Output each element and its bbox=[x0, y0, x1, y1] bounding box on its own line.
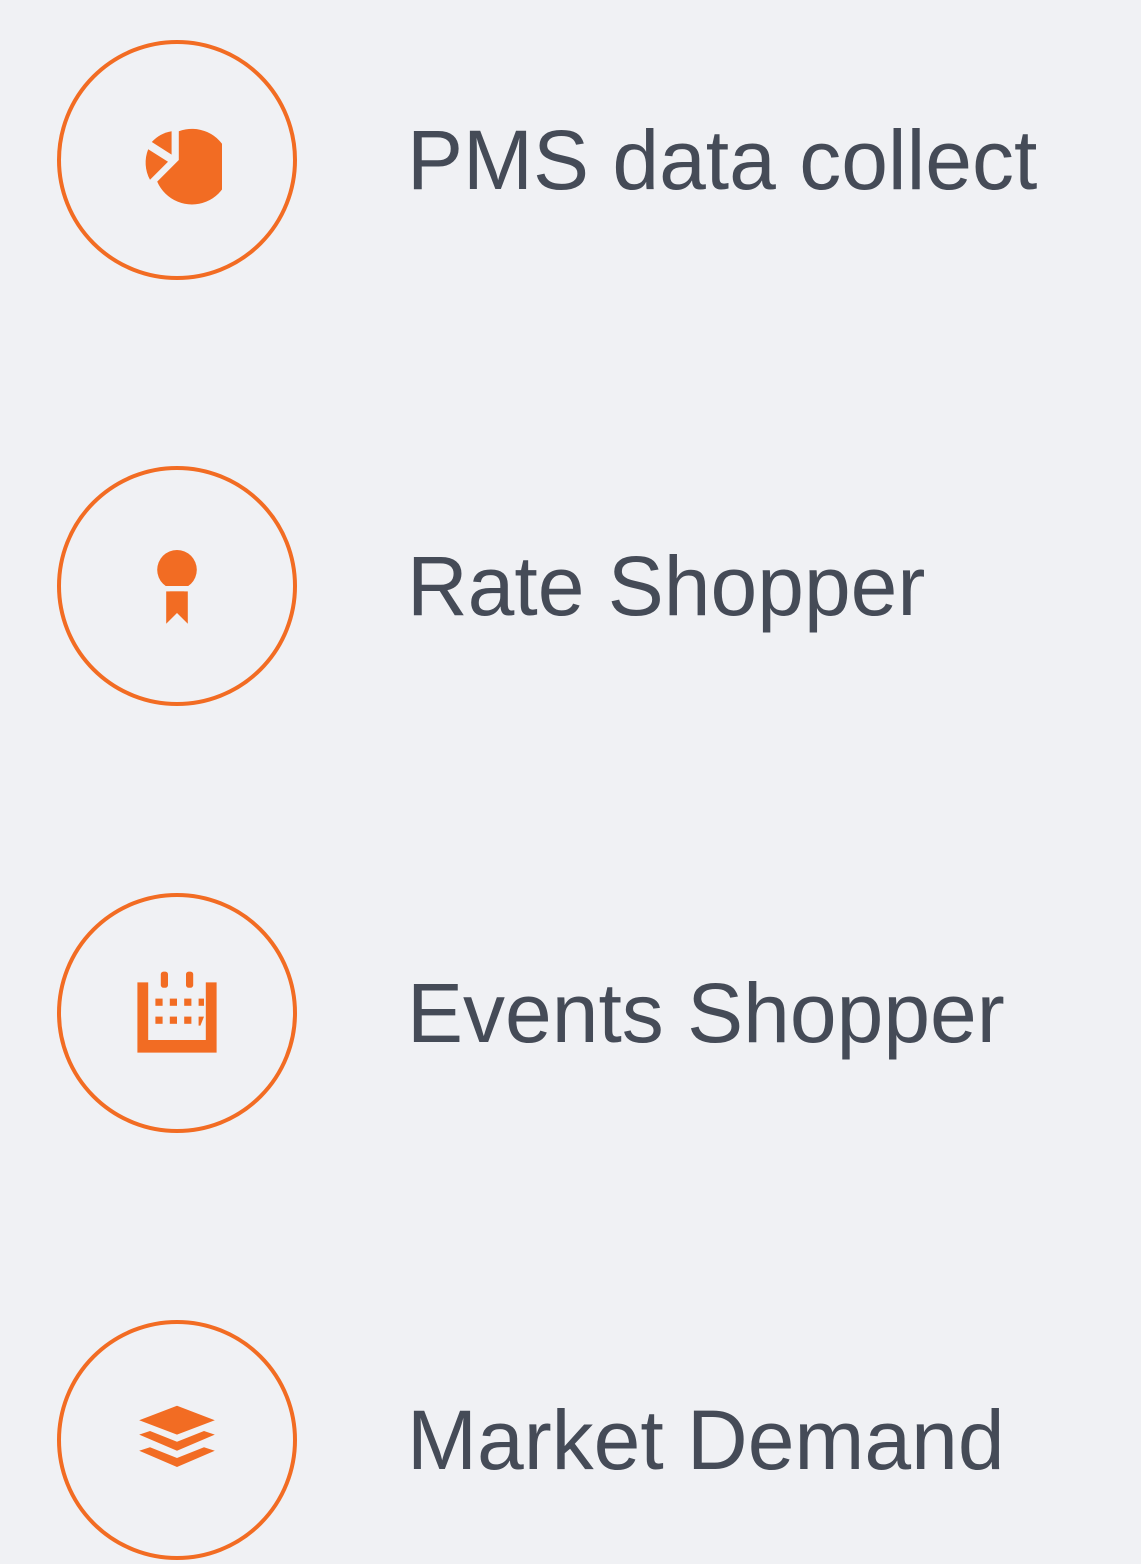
calendar-icon bbox=[137, 971, 217, 1053]
award-ribbon-icon bbox=[157, 550, 197, 624]
feature-label: Events Shopper bbox=[407, 966, 1005, 1060]
pie-chart-icon bbox=[145, 128, 222, 205]
layers-icon bbox=[139, 1405, 215, 1467]
feature-item-rate-shopper[interactable]: Rate Shopper bbox=[57, 462, 1117, 710]
feature-label: PMS data collect bbox=[407, 113, 1038, 207]
feature-item-events-shopper[interactable]: Events Shopper bbox=[57, 889, 1117, 1137]
feature-icon-circle bbox=[57, 1320, 297, 1560]
feature-icon-circle bbox=[57, 893, 297, 1133]
feature-list: PMS data collect Rate Shopper Events Sho… bbox=[0, 0, 1141, 1560]
feature-item-pms-data-collect[interactable]: PMS data collect bbox=[57, 36, 1117, 284]
feature-label: Rate Shopper bbox=[407, 539, 926, 633]
feature-icon-circle bbox=[57, 466, 297, 706]
feature-icon-circle bbox=[57, 40, 297, 280]
feature-label: Market Demand bbox=[407, 1393, 1005, 1487]
feature-item-market-demand[interactable]: Market Demand bbox=[57, 1316, 1117, 1564]
